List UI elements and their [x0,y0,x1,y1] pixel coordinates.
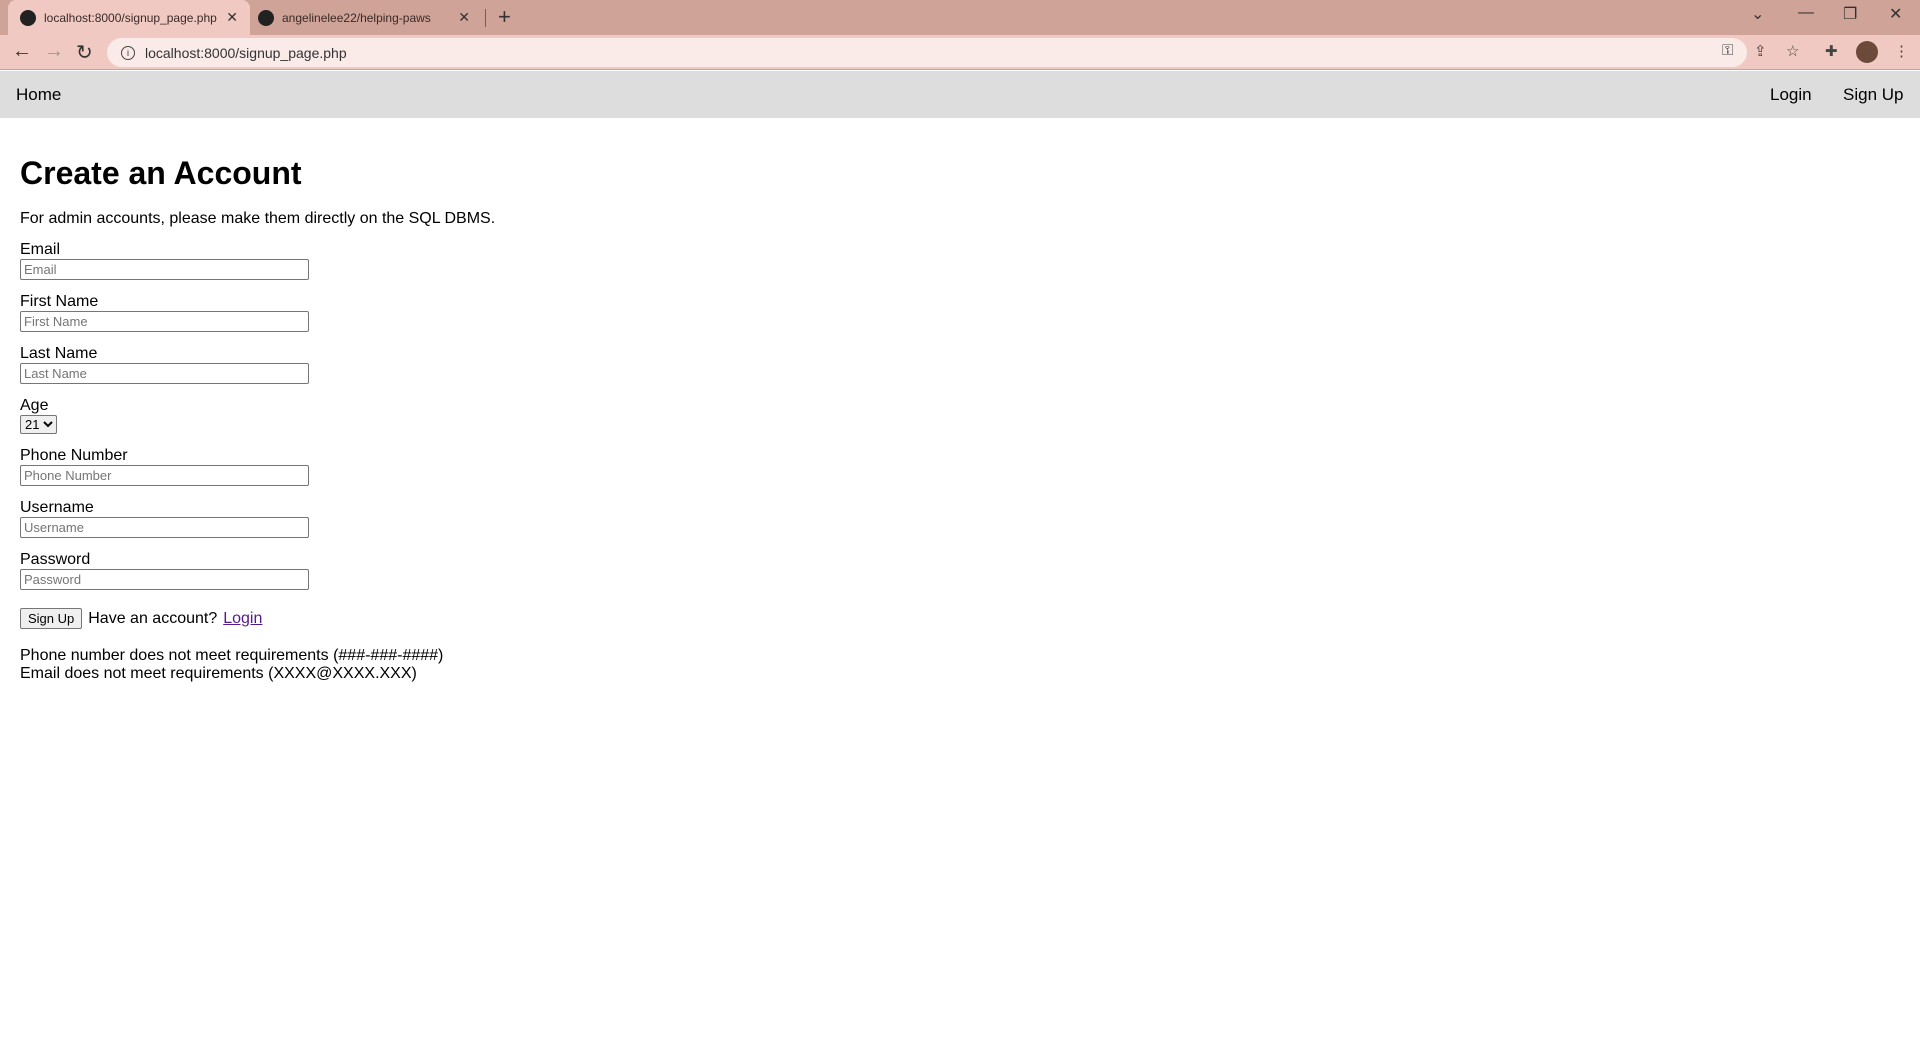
close-window-icon[interactable]: ✕ [1889,4,1902,24]
tab-signup-page[interactable]: localhost:8000/signup_page.php ✕ [8,0,250,35]
signup-button[interactable]: Sign Up [20,608,83,629]
phone-field[interactable] [20,465,309,486]
first-name-field[interactable] [20,311,309,332]
login-link[interactable]: Login [223,610,262,628]
tab-github[interactable]: angelinelee22/helping-paws ✕ [252,0,482,35]
signup-form: Create an Account For admin accounts, pl… [20,118,495,683]
email-field[interactable] [20,259,309,280]
password-group: Password [20,551,495,590]
reload-icon[interactable]: ↻ [76,40,93,65]
last-name-group: Last Name [20,345,495,384]
site-info-icon[interactable]: i [121,45,135,60]
nav-signup[interactable]: Sign Up [1843,85,1903,105]
first-name-label: First Name [20,293,99,310]
extensions-icon[interactable]: ✚ [1825,42,1838,60]
share-icon[interactable]: ⇪ [1754,42,1767,60]
site-navbar: Home Login Sign Up [0,71,1920,118]
error-messages: Phone number does not meet requirements … [20,647,495,683]
restore-icon[interactable]: ❐ [1843,4,1857,24]
last-name-label: Last Name [20,345,98,362]
new-tab-icon[interactable]: + [498,4,511,30]
email-error: Email does not meet requirements (XXXX@X… [20,665,417,682]
address-bar[interactable]: i localhost:8000/signup_page.php [107,38,1747,67]
star-icon[interactable]: ☆ [1786,42,1799,60]
tab-divider [485,9,486,27]
admin-note: For admin accounts, please make them dir… [20,210,496,227]
email-group: Email [20,241,495,280]
age-group: Age 21 [20,397,495,434]
age-label: Age [20,397,49,414]
browser-toolbar: ← → ↻ i localhost:8000/signup_page.php ⚿… [0,35,1920,70]
nav-home[interactable]: Home [16,85,61,105]
age-select[interactable]: 21 [20,415,57,434]
menu-icon[interactable]: ⋮ [1894,42,1909,60]
page-title: Create an Account [20,155,302,191]
close-tab-icon[interactable]: ✕ [458,9,470,26]
email-label: Email [20,241,61,258]
forward-icon[interactable]: → [44,40,64,63]
password-field[interactable] [20,569,309,590]
url-text: localhost:8000/signup_page.php [145,44,347,61]
key-icon[interactable]: ⚿ [1722,42,1733,59]
phone-group: Phone Number [20,447,495,486]
form-actions: Sign Up Have an account? Login [20,608,495,629]
back-icon[interactable]: ← [12,40,32,63]
first-name-group: First Name [20,293,495,332]
username-field[interactable] [20,517,309,538]
have-account-text: Have an account? [88,609,218,627]
globe-icon [20,9,36,26]
tab-bar: localhost:8000/signup_page.php ✕ angelin… [0,0,1920,35]
phone-error: Phone number does not meet requirements … [20,647,444,664]
username-label: Username [20,499,94,516]
tab-search-icon[interactable]: ⌄ [1751,4,1764,24]
close-tab-icon[interactable]: ✕ [226,9,238,26]
github-icon [258,9,274,26]
password-label: Password [20,551,91,568]
tab-title: angelinelee22/helping-paws [282,10,431,25]
nav-login[interactable]: Login [1770,85,1812,105]
minimize-icon[interactable]: — [1798,4,1814,22]
tab-title: localhost:8000/signup_page.php [44,10,217,25]
username-group: Username [20,499,495,538]
last-name-field[interactable] [20,363,309,384]
phone-label: Phone Number [20,447,128,464]
profile-avatar[interactable] [1856,41,1878,63]
